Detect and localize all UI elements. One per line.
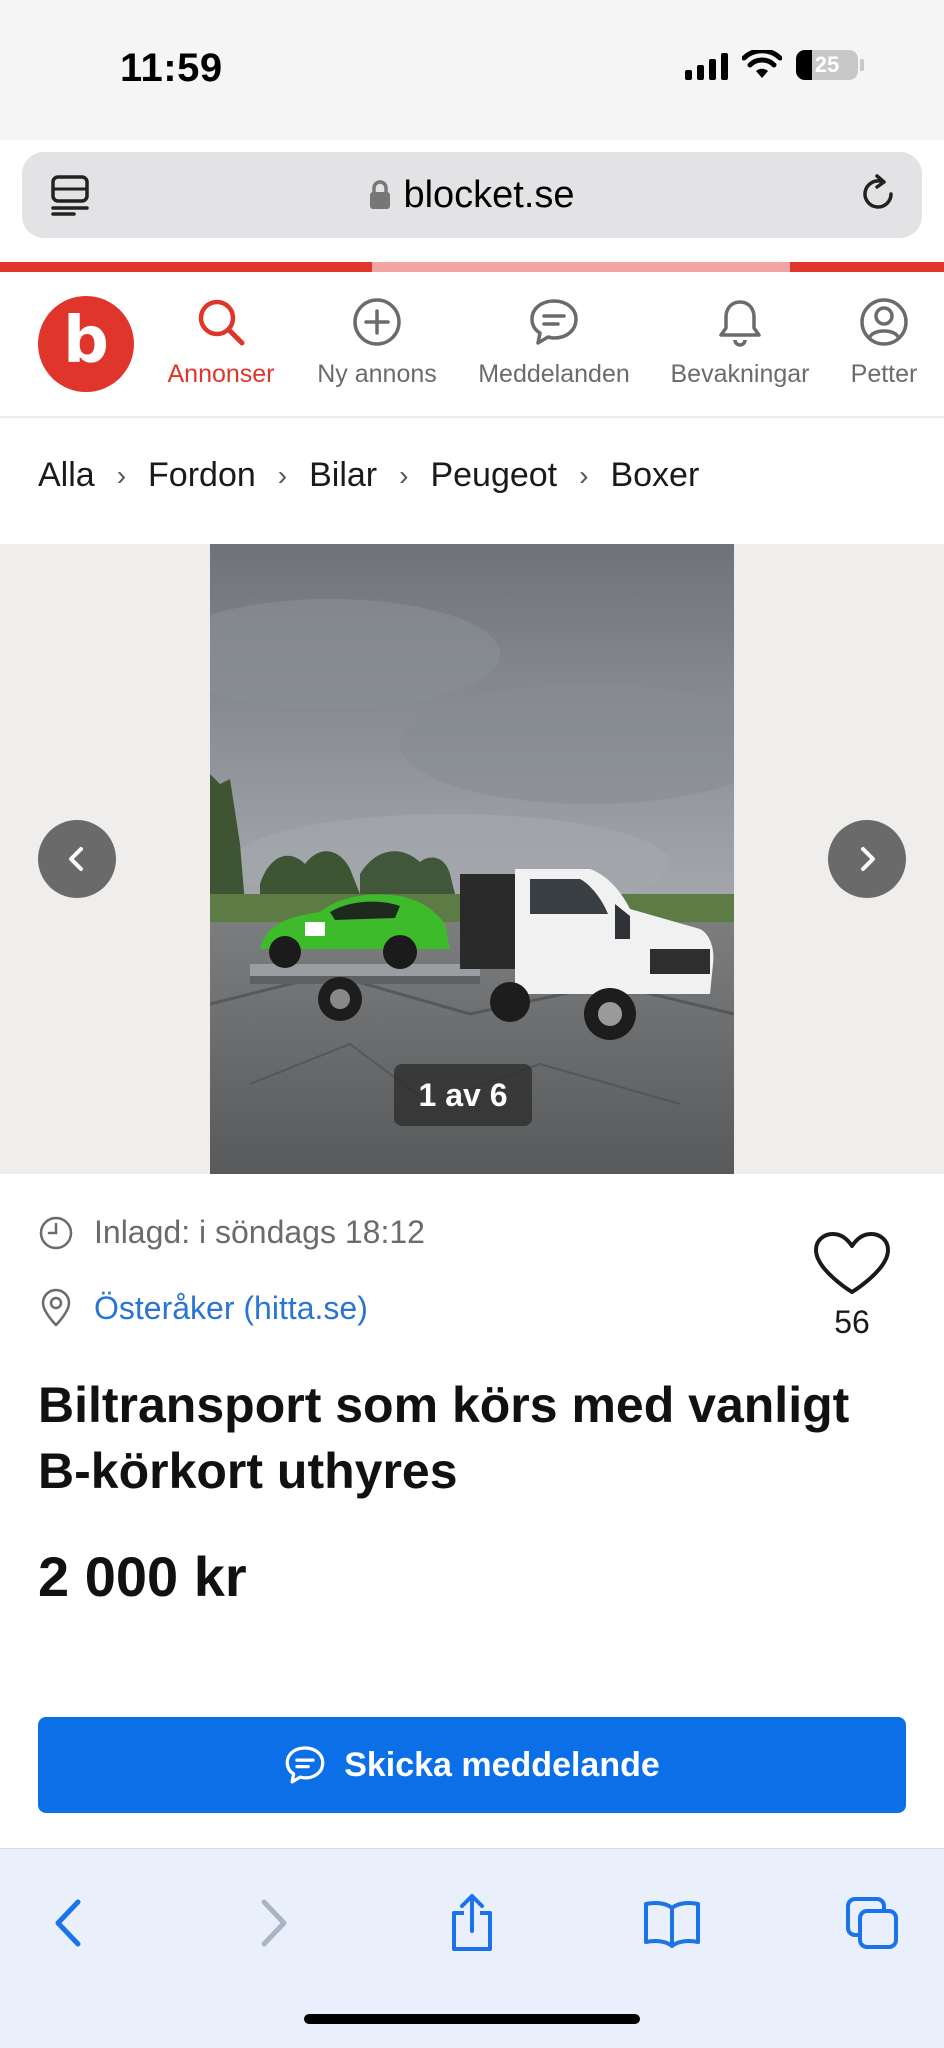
chevron-left-icon [69, 847, 83, 871]
nav-meddelanden[interactable]: Meddelanden [474, 296, 634, 389]
nav-annonser-label: Annonser [167, 360, 275, 388]
status-icons: 25 [685, 50, 864, 80]
back-button[interactable] [30, 1883, 110, 1963]
chevron-right-icon: › [579, 459, 589, 491]
map-pin-icon [41, 1288, 71, 1327]
battery-icon: 25 [796, 50, 858, 80]
gallery-next-button[interactable] [828, 820, 906, 898]
wifi-icon [742, 50, 782, 78]
plus-circle-icon [353, 298, 401, 346]
breadcrumb-item[interactable]: Boxer [610, 456, 699, 495]
blocket-logo[interactable]: b [38, 296, 134, 392]
nav-profile-label: Petter [850, 360, 918, 388]
status-time: 11:59 [120, 46, 223, 90]
favorite-button[interactable]: 56 [812, 1232, 892, 1341]
breadcrumb-item[interactable]: Alla [38, 456, 95, 495]
send-message-label: Skicka meddelande [344, 1745, 660, 1784]
book-icon [644, 1901, 700, 1948]
url-text[interactable]: blocket.se [403, 174, 574, 217]
chevron-right-icon: › [399, 459, 409, 491]
site-header: b Annonser Ny annons Meddelanden Bevakni… [0, 272, 944, 418]
nav-bevakningar[interactable]: Bevakningar [666, 296, 814, 389]
send-message-button[interactable]: Skicka meddelande [38, 1717, 906, 1813]
battery-percent: 25 [814, 52, 840, 77]
user-icon [860, 298, 908, 346]
chevron-right-icon [861, 847, 875, 871]
reload-icon[interactable] [856, 172, 900, 216]
share-button[interactable] [432, 1883, 512, 1963]
breadcrumb-item[interactable]: Bilar [309, 456, 377, 495]
nav-ny-annons-label: Ny annons [317, 360, 437, 388]
listing-title: Biltransport som körs med vanligt B-körk… [38, 1377, 850, 1499]
nav-annonser[interactable]: Annonser [166, 296, 276, 389]
listing-price: 2 000 kr [38, 1545, 247, 1608]
favorite-count: 56 [834, 1304, 870, 1340]
nav-ny-annons[interactable]: Ny annons [313, 296, 441, 389]
chat-icon [530, 299, 578, 345]
chevron-right-icon: › [277, 459, 288, 491]
posted-date: Inlagd: i söndags 18:12 [94, 1214, 425, 1250]
image-counter: 1 av 6 [394, 1064, 532, 1126]
forward-button[interactable] [232, 1883, 312, 1963]
location-info: Österåker (hitta.se) [38, 1288, 368, 1328]
share-icon [452, 1894, 492, 1951]
nav-profile[interactable]: Petter [846, 296, 922, 389]
breadcrumb-item[interactable]: Fordon [148, 456, 256, 495]
chevron-left-icon [55, 1899, 81, 1947]
location-link[interactable]: Österåker (hitta.se) [94, 1290, 368, 1327]
clock-icon [39, 1216, 73, 1249]
status-bar: 11:59 25 [0, 0, 944, 140]
heart-icon [814, 1232, 890, 1294]
bookmarks-button[interactable] [632, 1883, 712, 1963]
lock-icon [370, 180, 391, 209]
page-load-progress [0, 262, 944, 272]
nav-bevakningar-label: Bevakningar [670, 360, 810, 388]
tabs-icon [846, 1897, 898, 1949]
breadcrumb: Alla › Fordon › Bilar › Peugeot › Boxer [38, 456, 699, 495]
chevron-right-icon: › [116, 459, 127, 491]
chat-icon [285, 1746, 325, 1784]
chevron-right-icon [261, 1899, 287, 1947]
posted-info: Inlagd: i söndags 18:12 [38, 1214, 425, 1251]
breadcrumb-item[interactable]: Peugeot [430, 456, 557, 495]
cellular-signal-icon [685, 50, 728, 80]
search-icon [198, 299, 245, 346]
address-bar[interactable]: blocket.se [22, 152, 922, 238]
home-indicator [304, 2014, 640, 2024]
gallery-prev-button[interactable] [38, 820, 116, 898]
image-gallery: 1 av 6 [0, 544, 944, 1174]
bell-icon [719, 300, 761, 347]
nav-meddelanden-label: Meddelanden [478, 360, 630, 388]
tabs-button[interactable] [832, 1883, 912, 1963]
